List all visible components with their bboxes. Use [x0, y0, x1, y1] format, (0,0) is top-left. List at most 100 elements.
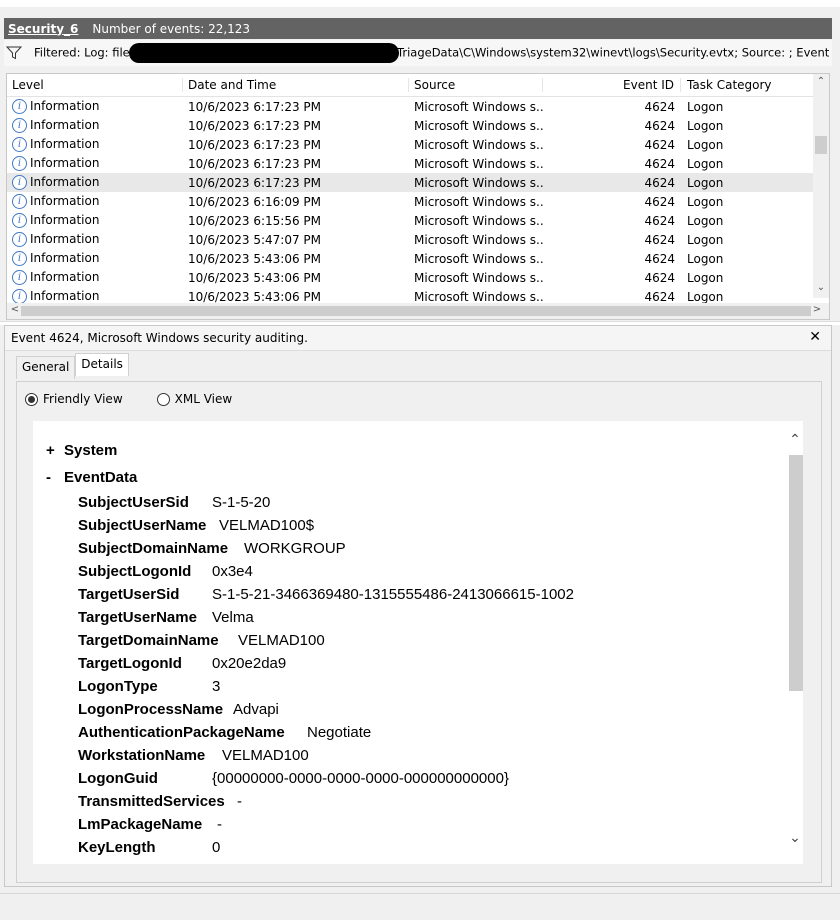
vscroll-thumb[interactable] [815, 136, 827, 154]
info-icon: i [12, 232, 27, 247]
table-row[interactable]: i Information 10/6/2023 6:17:23 PM Microsof… [7, 135, 829, 154]
cell-date-time: 10/6/2023 6:17:23 PM [188, 118, 322, 133]
table-row[interactable]: i Information 10/6/2023 5:43:06 PM Microsof… [7, 287, 829, 303]
event-rows: i Information 10/6/2023 6:17:23 PM Microsof… [7, 97, 829, 303]
field-value: VELMAD100 [238, 632, 325, 649]
cell-task-category: Logon [687, 213, 724, 228]
scroll-down-icon[interactable]: ⌄ [813, 282, 829, 293]
collapse-icon[interactable]: - [46, 469, 64, 486]
field-name: SubjectUserSid [78, 494, 189, 511]
field-name: LogonType [78, 678, 158, 695]
table-row[interactable]: i Information 10/6/2023 6:17:23 PM Microsof… [7, 173, 829, 192]
system-node[interactable]: + System [46, 442, 117, 459]
column-level[interactable]: Level [7, 78, 183, 92]
eventdata-field: AuthenticationPackageName Negotiate [78, 724, 371, 741]
table-row[interactable]: i Information 10/6/2023 6:17:23 PM Microsof… [7, 97, 829, 116]
field-value: S-1-5-21-3466369480-1315555486-241306661… [212, 586, 574, 603]
tab-details[interactable]: Details [75, 353, 129, 376]
cell-date-time: 10/6/2023 5:43:06 PM [188, 251, 322, 266]
cell-date-time: 10/6/2023 5:47:07 PM [188, 232, 322, 247]
cell-task-category: Logon [687, 194, 724, 209]
field-name: AuthenticationPackageName [78, 724, 285, 741]
top-strip [0, 0, 840, 7]
eventdata-field: TargetLogonId 0x20e2da9 [78, 655, 286, 672]
info-icon: i [12, 270, 27, 285]
cell-date-time: 10/6/2023 6:17:23 PM [188, 156, 322, 171]
expand-icon[interactable]: + [46, 442, 64, 459]
cell-date-time: 10/6/2023 6:17:23 PM [188, 99, 322, 114]
event-detail-title: Event 4624, Microsoft Windows security a… [11, 331, 308, 345]
column-task-category[interactable]: Task Category [681, 78, 811, 92]
level-text: Information [30, 175, 100, 189]
eventdata-node[interactable]: - EventData [46, 469, 137, 486]
cell-source: Microsoft Windows s... [414, 213, 543, 228]
details-vscroll-thumb[interactable] [789, 455, 803, 691]
eventdata-field: TargetUserSid S-1-5-21-3466369480-1315555… [78, 586, 574, 603]
cell-task-category: Logon [687, 289, 724, 304]
cell-event-id: 4624 [644, 289, 675, 304]
table-row[interactable]: i Information 10/6/2023 6:15:56 PM Microsof… [7, 211, 829, 230]
cell-task-category: Logon [687, 137, 724, 152]
cell-level: i Information [7, 270, 183, 285]
field-name: TargetDomainName [78, 632, 219, 649]
cell-task-category: Logon [687, 156, 724, 171]
filter-text: Filtered: Log: file:/ _output\TriageData\… [34, 43, 832, 63]
field-name: KeyLength [78, 839, 156, 856]
field-value: 0x20e2da9 [212, 655, 287, 672]
cell-event-id: 4624 [644, 251, 675, 266]
cell-date-time: 10/6/2023 6:17:23 PM [188, 137, 322, 152]
xml-view-radio[interactable]: XML View [156, 392, 232, 406]
filter-suffix: _output\TriageData\C\Windows\system32\wi… [349, 45, 832, 60]
scroll-down-icon[interactable]: ⌄ [787, 829, 803, 846]
field-value: 3 [212, 678, 221, 695]
eventdata-field: TargetUserName Velma [78, 609, 254, 626]
cell-source: Microsoft Windows s... [414, 270, 543, 285]
column-event-id[interactable]: Event ID [543, 78, 681, 92]
cell-event-id: 4624 [644, 213, 675, 228]
table-row[interactable]: i Information 10/6/2023 5:43:06 PM Microsof… [7, 268, 829, 287]
table-row[interactable]: i Information 10/6/2023 5:47:07 PM Microsof… [7, 230, 829, 249]
close-icon[interactable]: ✕ [809, 329, 821, 345]
filter-bar: Filtered: Log: file:/ _output\TriageData\… [4, 40, 832, 66]
info-icon: i [12, 213, 27, 228]
level-text: Information [30, 99, 100, 113]
cell-level: i Information [7, 156, 183, 171]
table-row[interactable]: i Information 10/6/2023 6:16:09 PM Microsof… [7, 192, 829, 211]
cell-source: Microsoft Windows s... [414, 289, 543, 304]
event-list-vscrollbar[interactable]: ⌃ ⌄ [813, 74, 829, 298]
friendly-view-radio[interactable]: Friendly View [25, 392, 123, 406]
column-date-time[interactable]: Date and Time [183, 78, 409, 92]
tab-general[interactable]: General [16, 356, 76, 379]
field-value: 0x3e4 [212, 563, 253, 580]
scroll-up-icon[interactable]: ⌃ [787, 431, 803, 448]
info-icon: i [12, 251, 27, 266]
eventdata-field: SubjectUserSid S-1-5-20 [78, 494, 270, 511]
cell-event-id: 4624 [644, 232, 675, 247]
details-vscrollbar[interactable]: ⌃ ⌄ [787, 421, 803, 864]
column-source[interactable]: Source [409, 78, 543, 92]
cell-task-category: Logon [687, 99, 724, 114]
log-name[interactable]: Security_6 [8, 22, 78, 36]
cell-source: Microsoft Windows s... [414, 137, 543, 152]
cell-source: Microsoft Windows s... [414, 156, 543, 171]
eventdata-field: KeyLength 0 [78, 839, 220, 856]
eventdata-field: SubjectLogonId 0x3e4 [78, 563, 253, 580]
eventdata-field: LogonType 3 [78, 678, 220, 695]
hscroll-thumb[interactable] [21, 306, 811, 316]
scroll-right-icon[interactable]: > [809, 304, 825, 315]
cell-source: Microsoft Windows s... [414, 175, 543, 190]
cell-level: i Information [7, 118, 183, 133]
info-icon: i [12, 194, 27, 209]
table-row[interactable]: i Information 10/6/2023 6:17:23 PM Microsof… [7, 116, 829, 135]
event-list-hscrollbar[interactable]: < > [7, 303, 829, 319]
table-row[interactable]: i Information 10/6/2023 5:43:06 PM Microsof… [7, 249, 829, 268]
filter-prefix: Filtered: Log: file:/ [34, 45, 138, 60]
scroll-up-icon[interactable]: ⌃ [813, 76, 829, 87]
cell-task-category: Logon [687, 251, 724, 266]
cell-event-id: 4624 [644, 175, 675, 190]
cell-task-category: Logon [687, 232, 724, 247]
field-value: - [217, 816, 222, 833]
table-row[interactable]: i Information 10/6/2023 6:17:23 PM Microsof… [7, 154, 829, 173]
field-value: Advapi [233, 701, 279, 718]
event-list-header: Level Date and Time Source Event ID Task… [7, 74, 829, 97]
